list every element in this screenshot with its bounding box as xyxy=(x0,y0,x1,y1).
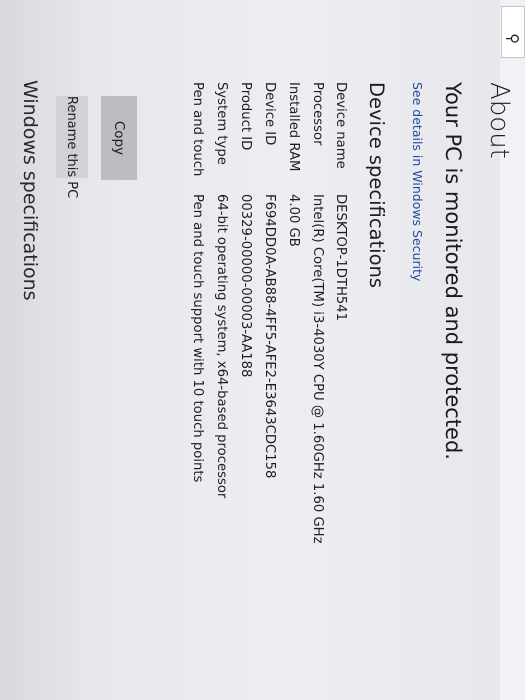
spec-label: Installed RAM xyxy=(286,82,301,172)
spec-label: System type xyxy=(214,82,229,165)
spec-label: Pen and touch xyxy=(190,82,205,177)
spec-value: 64-bit operating system, x64-based proce… xyxy=(214,194,229,499)
spec-value: DESKTOP-1DTH541 xyxy=(333,194,348,322)
windows-specifications-heading: Windows specifications xyxy=(19,80,41,301)
spec-label: Processor xyxy=(310,82,325,146)
spec-value: Intel(R) Core(TM) i3-4030Y CPU @ 1.60GHz… xyxy=(310,194,325,544)
copy-button[interactable]: Copy xyxy=(101,96,137,180)
search-box[interactable]: ⚲ xyxy=(501,6,525,58)
page-title: About xyxy=(484,82,514,159)
settings-window: ⚲ About Your PC is monitored and protect… xyxy=(0,0,525,700)
protection-status: Your PC is monitored and protected. xyxy=(441,82,465,460)
windows-security-link[interactable]: See details in Windows Security xyxy=(410,82,425,281)
spec-label: Device name xyxy=(333,82,348,169)
spec-value: F694DD0A-AB88-4FF5-AFE2-E3643CDC158 xyxy=(262,194,277,479)
spec-label: Device ID xyxy=(262,82,277,146)
spec-value: 4.00 GB xyxy=(286,194,301,247)
about-panel: ⚲ About Your PC is monitored and protect… xyxy=(0,0,525,700)
search-icon[interactable]: ⚲ xyxy=(504,33,522,44)
spec-label: Product ID xyxy=(238,82,253,151)
spec-value: 00329-00000-00003-AA188 xyxy=(238,194,253,378)
spec-value: Pen and touch support with 10 touch poin… xyxy=(190,194,205,483)
device-specifications-heading: Device specifications xyxy=(365,82,388,289)
rename-pc-button[interactable]: Rename this PC xyxy=(56,96,88,198)
